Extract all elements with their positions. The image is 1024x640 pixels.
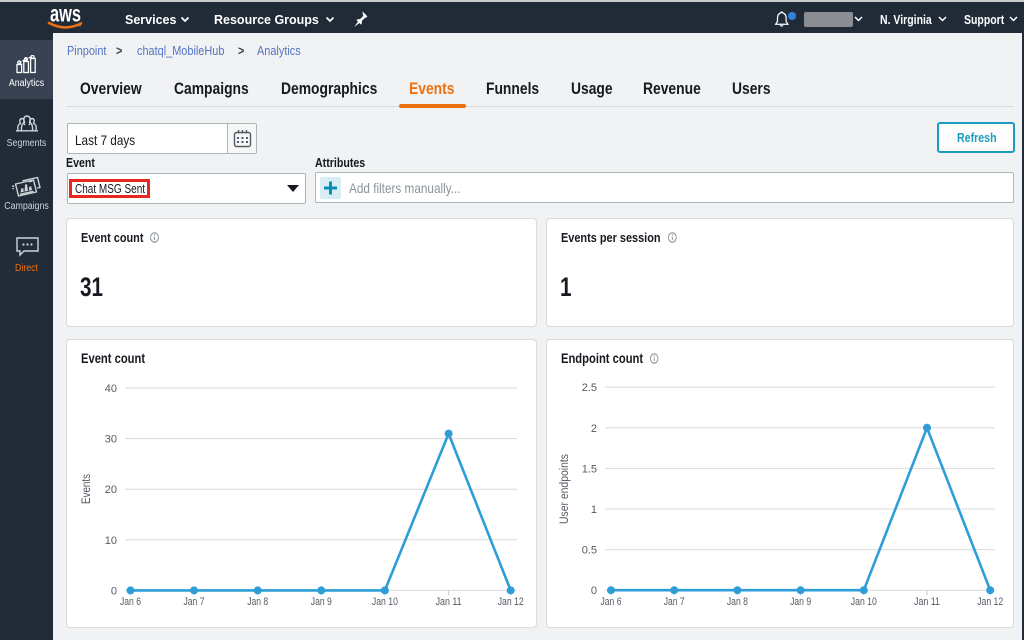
svg-text:User endpoints: User endpoints: [559, 454, 571, 524]
svg-text:Jan 7: Jan 7: [664, 596, 685, 608]
svg-text:40: 40: [105, 383, 117, 395]
svg-text:0.5: 0.5: [582, 545, 597, 557]
svg-text:Events: Events: [81, 474, 93, 504]
svg-text:Jan 11: Jan 11: [914, 596, 940, 608]
svg-text:10: 10: [105, 535, 117, 547]
svg-text:0: 0: [111, 585, 117, 597]
svg-text:Jan 12: Jan 12: [977, 596, 1003, 608]
svg-text:Jan 9: Jan 9: [311, 596, 332, 608]
svg-text:2: 2: [591, 423, 597, 435]
svg-text:Jan 6: Jan 6: [601, 596, 622, 608]
svg-text:aws: aws: [50, 2, 81, 27]
svg-text:1.5: 1.5: [582, 463, 597, 475]
svg-text:2.5: 2.5: [582, 382, 597, 394]
svg-text:Jan 7: Jan 7: [184, 596, 205, 608]
svg-text:Jan 10: Jan 10: [851, 596, 877, 608]
svg-text:30: 30: [105, 434, 117, 446]
svg-text:Jan 10: Jan 10: [372, 596, 398, 608]
svg-text:20: 20: [105, 484, 117, 496]
svg-text:1: 1: [591, 504, 597, 516]
svg-text:Jan 6: Jan 6: [120, 596, 141, 608]
svg-text:Jan 8: Jan 8: [247, 596, 268, 608]
svg-text:Jan 11: Jan 11: [436, 596, 462, 608]
svg-text:Jan 9: Jan 9: [790, 596, 811, 608]
svg-text:Jan 12: Jan 12: [498, 596, 524, 608]
svg-text:Jan 8: Jan 8: [727, 596, 748, 608]
svg-text:0: 0: [591, 585, 597, 597]
